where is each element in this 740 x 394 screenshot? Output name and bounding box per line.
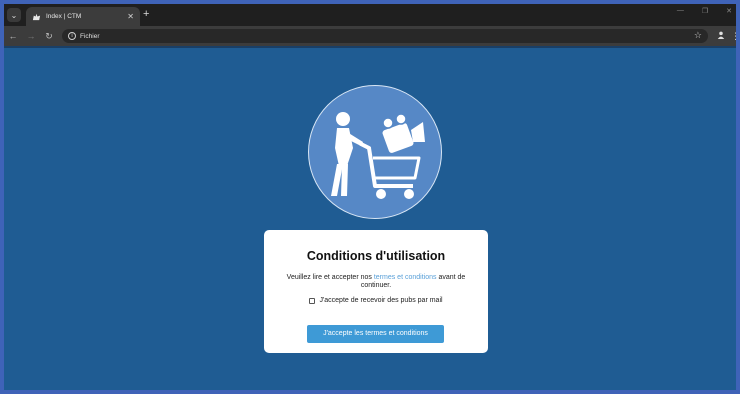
terms-link[interactable]: termes et conditions <box>374 274 437 281</box>
terms-text-before: Veuillez lire et accepter nos <box>286 274 374 281</box>
accept-terms-button[interactable]: J'accepte les termes et conditions <box>307 325 444 343</box>
tab-title: Index | CTM <box>46 13 82 20</box>
plus-icon[interactable]: + <box>143 8 149 20</box>
chevron-down-icon: ⌄ <box>10 10 18 20</box>
star-icon[interactable]: ☆ <box>694 30 702 41</box>
kebab-menu-icon[interactable]: ⋮ <box>731 31 736 41</box>
info-icon[interactable]: i <box>68 32 76 40</box>
window-controls: — ❐ ✕ <box>677 7 736 15</box>
browser-toolbar: ← → ↻ i Fichier ☆ ⋮ <box>4 26 736 46</box>
address-bar[interactable]: i Fichier ☆ <box>62 29 708 43</box>
terms-card: Conditions d'utilisation Veuillez lire e… <box>264 230 488 353</box>
window-close-icon[interactable]: ✕ <box>726 7 732 15</box>
reload-icon[interactable]: ↻ <box>40 31 58 42</box>
close-icon[interactable]: ✕ <box>127 12 134 21</box>
profile-icon[interactable] <box>716 31 726 41</box>
newsletter-checkbox[interactable] <box>309 297 316 304</box>
minimize-icon[interactable]: — <box>677 7 684 15</box>
tab-strip: ⌄ Index | CTM ✕ + — ❐ ✕ <box>4 4 736 26</box>
card-title: Conditions d'utilisation <box>306 249 446 263</box>
newsletter-checkbox-label[interactable]: J'accepte de recevoir des pubs par mail <box>319 297 442 304</box>
shopping-cart-logo-icon <box>308 85 442 219</box>
tab-search-button[interactable]: ⌄ <box>7 8 21 22</box>
back-icon[interactable]: ← <box>4 31 22 41</box>
browser-window: ⌄ Index | CTM ✕ + — ❐ ✕ ← → ↻ i Fichier … <box>4 4 736 390</box>
forward-icon[interactable]: → <box>22 31 40 41</box>
url-label: Fichier <box>80 32 100 40</box>
newsletter-checkbox-row: J'accepte de recevoir des pubs par mail <box>264 297 488 304</box>
cat-favicon-icon <box>32 12 41 21</box>
terms-description: Veuillez lire et accepter nos termes et … <box>286 274 466 290</box>
toolbar-divider <box>4 46 736 48</box>
restore-icon[interactable]: ❐ <box>702 7 708 15</box>
shopping-cart-logo-graphic <box>331 112 425 199</box>
tab-index[interactable]: Index | CTM ✕ <box>26 7 140 26</box>
